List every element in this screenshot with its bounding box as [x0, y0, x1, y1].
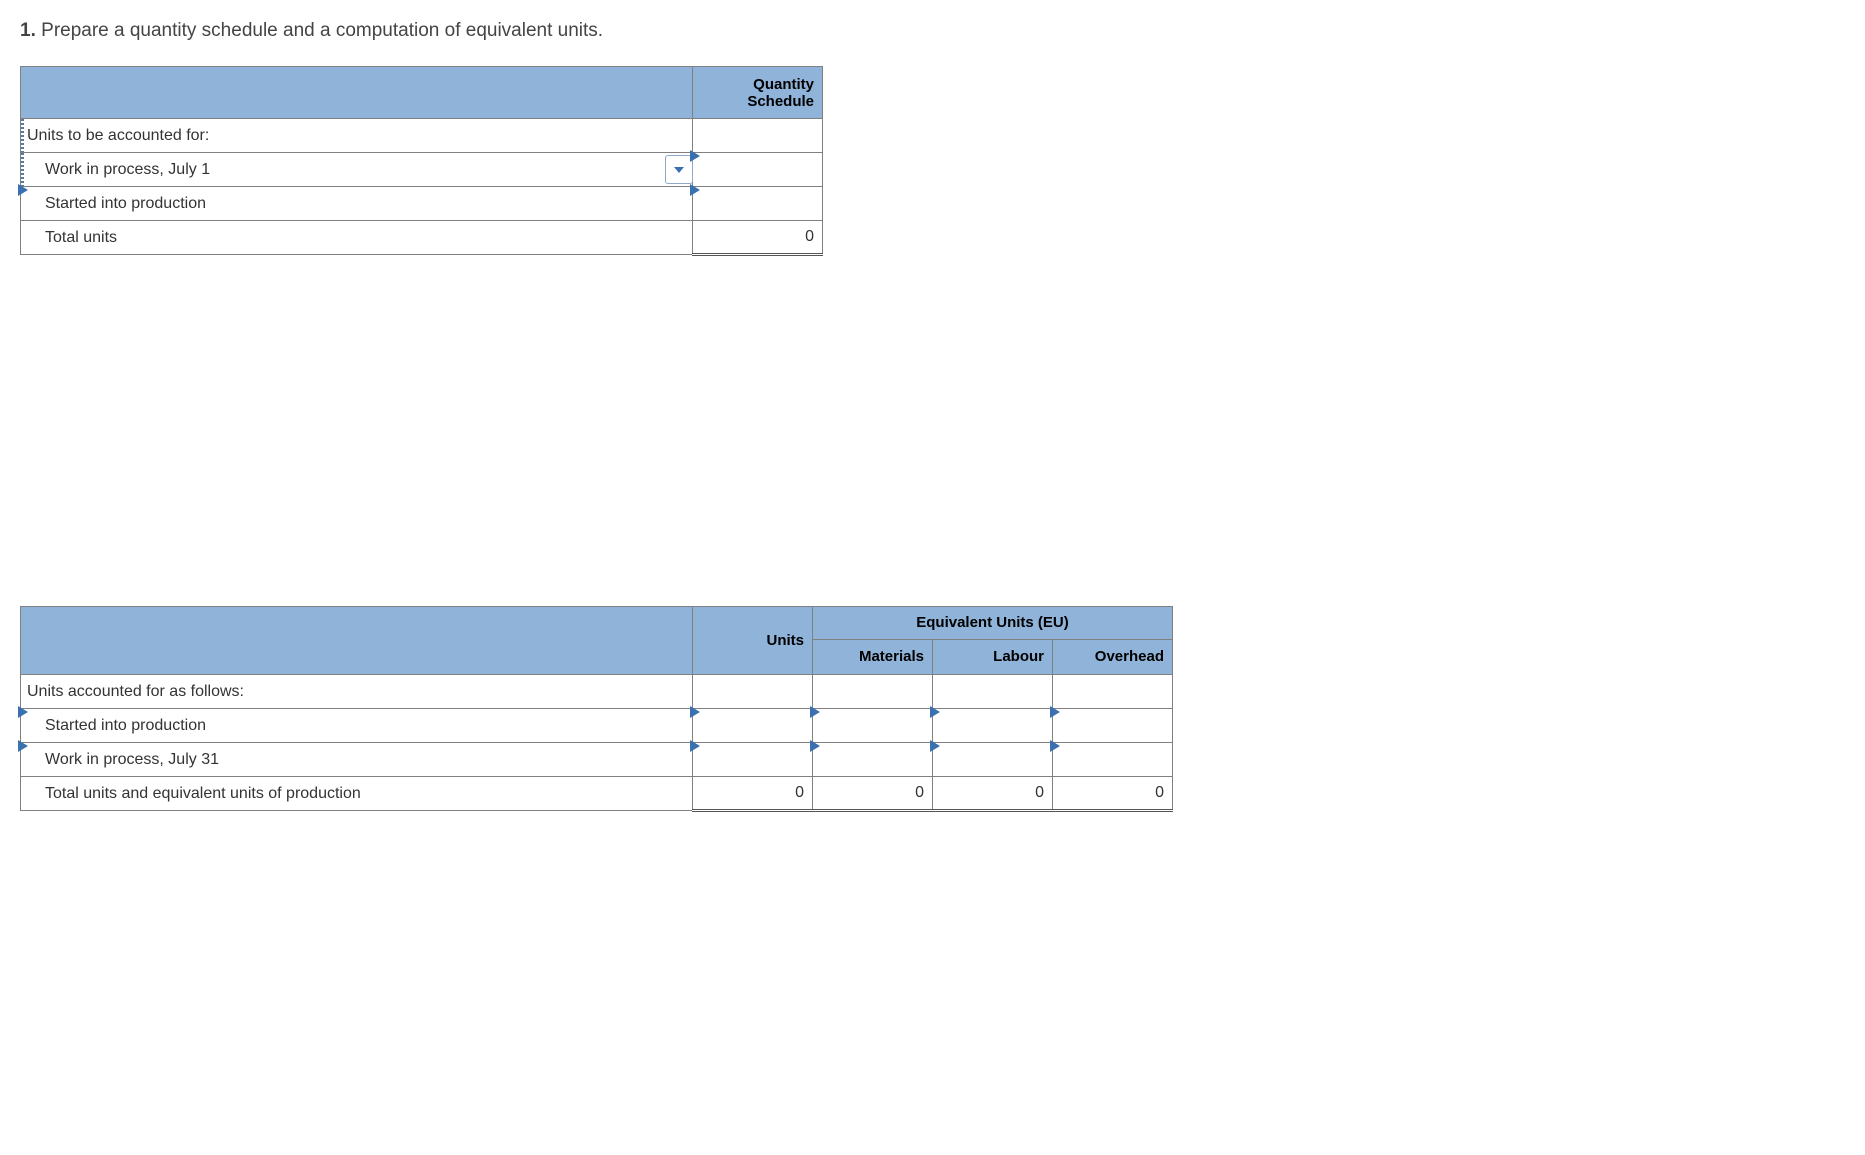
input-marker-icon	[18, 740, 28, 752]
table2-section-label: Units accounted for as follows:	[21, 675, 693, 709]
table2-started-label: Started into production	[21, 709, 693, 743]
table2-header-blank	[21, 607, 693, 675]
table1-section-value[interactable]	[693, 119, 823, 153]
input-marker-icon	[1050, 706, 1060, 718]
input-marker-icon	[690, 740, 700, 752]
table2-wip-materials[interactable]	[813, 743, 933, 777]
input-marker-icon	[810, 706, 820, 718]
instruction-body: Prepare a quantity schedule and a comput…	[41, 20, 603, 41]
table2-header-labour: Labour	[933, 639, 1053, 674]
table1-started-text: Started into production	[45, 195, 206, 212]
input-marker-icon	[690, 150, 700, 162]
table2-header-group: Equivalent Units (EU)	[813, 607, 1173, 640]
table1-header-qty: Quantity Schedule	[693, 67, 823, 119]
input-marker-icon	[18, 184, 28, 196]
table1-section-text: Units to be accounted for:	[27, 127, 209, 144]
table2-total-materials: 0	[813, 777, 933, 811]
table1-wip-text: Work in process, July 1	[45, 161, 210, 178]
input-marker-icon	[18, 706, 28, 718]
table1-section-label: Units to be accounted for:	[21, 119, 693, 153]
quantity-schedule-table: Quantity Schedule Units to be accounted …	[20, 66, 1845, 256]
table2-header-overhead: Overhead	[1053, 639, 1173, 674]
table2-wip-overhead[interactable]	[1053, 743, 1173, 777]
input-marker-icon	[690, 706, 700, 718]
table2-wip-units[interactable]	[693, 743, 813, 777]
table2-section-labour[interactable]	[933, 675, 1053, 709]
chevron-down-icon	[673, 165, 685, 175]
input-marker-icon	[810, 740, 820, 752]
table2-wip-label: Work in process, July 31	[21, 743, 693, 777]
table1-total-value: 0	[693, 221, 823, 255]
table2-section-overhead[interactable]	[1053, 675, 1173, 709]
input-marker-icon	[1050, 740, 1060, 752]
table2-total-units: 0	[693, 777, 813, 811]
table1-total-label: Total units	[21, 221, 693, 255]
table2-total-overhead: 0	[1053, 777, 1173, 811]
dropdown-button[interactable]	[665, 155, 693, 184]
table1-started-label: Started into production	[21, 187, 693, 221]
equivalent-units-table: Units Equivalent Units (EU) Materials La…	[20, 606, 1845, 812]
table2-wip-labour[interactable]	[933, 743, 1053, 777]
table2-wip-text: Work in process, July 31	[45, 751, 219, 768]
table2-total-label: Total units and equivalent units of prod…	[21, 777, 693, 811]
table1-total-text: Total units	[45, 229, 117, 246]
table2-total-labour: 0	[933, 777, 1053, 811]
drag-handle-icon[interactable]	[21, 153, 24, 186]
instruction-text: 1. Prepare a quantity schedule and a com…	[20, 20, 1845, 42]
table2-header-materials: Materials	[813, 639, 933, 674]
table2-started-units[interactable]	[693, 709, 813, 743]
input-marker-icon	[690, 184, 700, 196]
table1-wip-value[interactable]	[693, 153, 823, 187]
table2-started-labour[interactable]	[933, 709, 1053, 743]
table1-started-value[interactable]	[693, 187, 823, 221]
instruction-number: 1.	[20, 20, 36, 41]
table2-started-materials[interactable]	[813, 709, 933, 743]
input-marker-icon	[930, 706, 940, 718]
table2-started-overhead[interactable]	[1053, 709, 1173, 743]
table2-section-materials[interactable]	[813, 675, 933, 709]
table1-header-blank	[21, 67, 693, 119]
drag-handle-icon[interactable]	[21, 119, 24, 152]
table2-section-units[interactable]	[693, 675, 813, 709]
table2-started-text: Started into production	[45, 717, 206, 734]
table1-wip-label[interactable]: Work in process, July 1	[21, 153, 693, 187]
table2-header-units: Units	[693, 607, 813, 675]
input-marker-icon	[930, 740, 940, 752]
